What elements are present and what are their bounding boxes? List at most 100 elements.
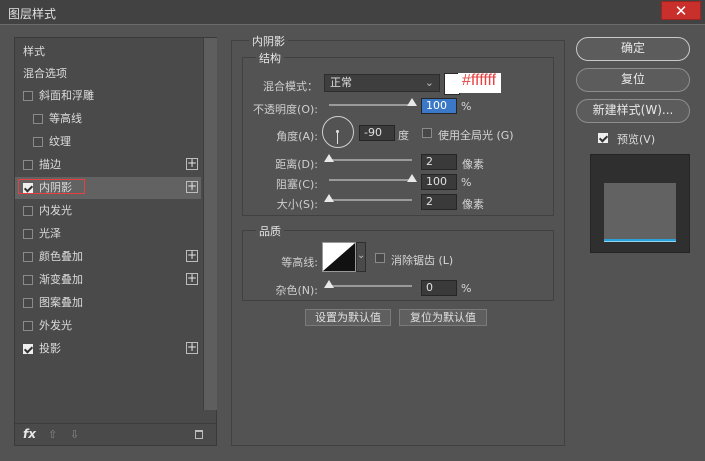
contour-label: 等高线 (49, 112, 82, 125)
inner-shadow-checkbox[interactable] (23, 183, 33, 193)
style-item-pattern-overlay[interactable]: 图案叠加 (15, 292, 201, 314)
style-item-outer-glow[interactable]: 外发光 (15, 315, 201, 337)
pattern-overlay-label: 图案叠加 (39, 296, 83, 309)
noise-slider-thumb[interactable] (324, 280, 334, 288)
color-overlay-checkbox[interactable] (23, 252, 33, 262)
set-default-button[interactable]: 设置为默认值 (305, 309, 391, 326)
add-inner-shadow-icon[interactable]: + (186, 180, 198, 193)
close-button[interactable]: ✕ (661, 1, 701, 20)
opacity-input[interactable]: 100 (421, 98, 457, 114)
structure-title: 结构 (256, 50, 284, 66)
stroke-checkbox[interactable] (23, 160, 33, 170)
blend-mode-value: 正常 (330, 76, 352, 89)
style-item-bevel-emboss[interactable]: 斜面和浮雕 (15, 85, 201, 107)
fx-icon[interactable]: fx (23, 427, 36, 441)
add-gradient-overlay-icon[interactable]: + (186, 272, 198, 285)
styles-header[interactable]: 样式 (15, 41, 201, 63)
stroke-label: 描边 (39, 158, 61, 171)
bevel-emboss-label: 斜面和浮雕 (39, 89, 94, 102)
choke-label: 阻塞(C): (276, 178, 318, 191)
inner-glow-checkbox[interactable] (23, 206, 33, 216)
angle-label: 角度(A): (276, 130, 318, 143)
chevron-down-icon: ⌄ (424, 76, 434, 89)
distance-slider-track[interactable] (329, 159, 412, 161)
style-item-gradient-overlay[interactable]: 渐变叠加 + (15, 269, 201, 291)
choke-slider-thumb[interactable] (407, 174, 417, 182)
size-input[interactable]: 2 (421, 194, 457, 210)
opacity-label: 不透明度(O): (253, 103, 318, 116)
contour-curve-icon (323, 243, 355, 271)
blend-mode-select[interactable]: 正常 ⌄ (324, 74, 440, 92)
blend-options-label: 混合选项 (23, 67, 67, 80)
opacity-slider-thumb[interactable] (407, 98, 417, 106)
move-up-icon[interactable]: ⇧ (48, 428, 57, 441)
distance-input[interactable]: 2 (421, 154, 457, 170)
color-overlay-label: 颜色叠加 (39, 250, 83, 263)
preview-checkbox[interactable] (598, 133, 608, 143)
choke-input[interactable]: 100 (421, 174, 457, 190)
new-style-button[interactable]: 新建样式(W)... (576, 99, 690, 123)
blend-options-item[interactable]: 混合选项 (15, 63, 201, 85)
reset-default-button[interactable]: 复位为默认值 (399, 309, 487, 326)
texture-checkbox[interactable] (33, 137, 43, 147)
drop-shadow-label: 投影 (39, 342, 61, 355)
angle-dial-center (336, 130, 339, 133)
preview-box (590, 154, 690, 253)
style-item-inner-glow[interactable]: 内发光 (15, 200, 201, 222)
noise-slider-track[interactable] (329, 285, 412, 287)
add-drop-shadow-icon[interactable]: + (186, 341, 198, 354)
contour-checkbox[interactable] (33, 114, 43, 124)
styles-scrollbar[interactable] (203, 38, 217, 410)
inner-shadow-label: 内阴影 (39, 181, 72, 194)
global-light-label: 使用全局光 (G) (438, 129, 514, 142)
choke-slider-track[interactable] (329, 179, 412, 181)
styles-footer: fx ⇧ ⇩ (15, 423, 216, 446)
quality-title: 品质 (256, 223, 284, 239)
drop-shadow-checkbox[interactable] (23, 344, 33, 354)
inner-glow-label: 内发光 (39, 204, 72, 217)
gradient-overlay-checkbox[interactable] (23, 275, 33, 285)
anti-alias-label: 消除锯齿 (L) (391, 254, 454, 267)
distance-label: 距离(D): (275, 158, 318, 171)
styles-panel: 样式 混合选项 斜面和浮雕 等高线 纹理 描边 + 内阴影 + 内发光 光泽 颜… (14, 37, 217, 446)
contour-preview[interactable] (322, 242, 356, 272)
outer-glow-label: 外发光 (39, 319, 72, 332)
reset-button[interactable]: 复位 (576, 68, 690, 92)
trash-icon[interactable] (195, 430, 203, 439)
pattern-overlay-checkbox[interactable] (23, 298, 33, 308)
ok-button[interactable]: 确定 (576, 37, 690, 61)
global-light-checkbox[interactable] (422, 128, 432, 138)
style-item-stroke[interactable]: 描边 + (15, 154, 201, 176)
anti-alias-checkbox[interactable] (375, 253, 385, 263)
angle-input[interactable]: -90 (359, 125, 395, 141)
size-slider-thumb[interactable] (324, 194, 334, 202)
noise-input[interactable]: 0 (421, 280, 457, 296)
inner-shadow-title: 内阴影 (249, 33, 288, 49)
size-unit: 像素 (462, 198, 484, 211)
contour-dropdown-chevron-icon[interactable]: ⌄ (356, 242, 366, 272)
preview-label: 预览(V) (617, 133, 656, 146)
angle-dial[interactable] (322, 116, 354, 148)
style-item-texture[interactable]: 纹理 (15, 131, 201, 153)
style-item-satin[interactable]: 光泽 (15, 223, 201, 245)
move-down-icon[interactable]: ⇩ (70, 428, 79, 441)
add-stroke-icon[interactable]: + (186, 157, 198, 170)
angle-dial-needle (337, 132, 338, 144)
style-item-drop-shadow[interactable]: 投影 + (15, 338, 201, 360)
distance-slider-thumb[interactable] (324, 154, 334, 162)
style-item-color-overlay[interactable]: 颜色叠加 + (15, 246, 201, 268)
texture-label: 纹理 (49, 135, 71, 148)
size-slider-track[interactable] (329, 199, 412, 201)
style-item-contour[interactable]: 等高线 (15, 108, 201, 130)
opacity-slider-track[interactable] (329, 104, 412, 106)
contour-label-quality: 等高线: (281, 256, 318, 269)
color-annotation: #ffffff (462, 72, 497, 89)
gradient-overlay-label: 渐变叠加 (39, 273, 83, 286)
outer-glow-checkbox[interactable] (23, 321, 33, 331)
bevel-emboss-checkbox[interactable] (23, 91, 33, 101)
blend-mode-label: 混合模式： (263, 80, 318, 93)
satin-checkbox[interactable] (23, 229, 33, 239)
add-color-overlay-icon[interactable]: + (186, 249, 198, 262)
styles-header-label: 样式 (23, 45, 45, 58)
style-item-inner-shadow[interactable]: 内阴影 + (15, 177, 201, 199)
